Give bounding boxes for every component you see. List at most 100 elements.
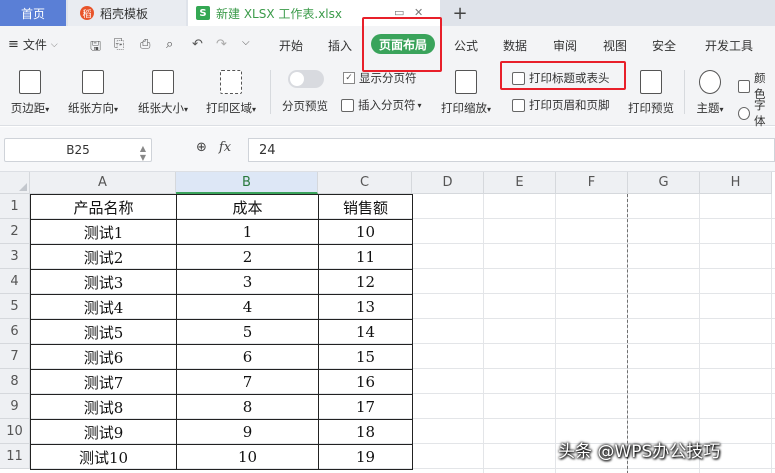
paper-size-button[interactable]: 纸张大小▾ bbox=[132, 70, 194, 116]
row-header-3[interactable]: 3 bbox=[0, 244, 30, 269]
margins-button[interactable]: 页边距▾ bbox=[4, 70, 56, 116]
ribbon-separator bbox=[270, 70, 271, 114]
fonts-label: 字体 bbox=[754, 98, 766, 128]
zoom-search-icon[interactable]: ⊕ bbox=[196, 140, 207, 155]
tab-daoke-templates[interactable]: 稻 稻壳模板 bbox=[68, 0, 186, 26]
export-pdf-icon[interactable]: ⎘ bbox=[114, 37, 124, 52]
print-preview-icon[interactable]: ⌕ bbox=[166, 37, 173, 52]
customize-dropdown-icon[interactable]: ⌵ bbox=[242, 37, 250, 48]
cell-b6[interactable]: 5 bbox=[176, 319, 319, 345]
page-break-preview-button[interactable]: 分页预览 bbox=[282, 98, 328, 114]
cell-a2[interactable]: 测试1 bbox=[30, 219, 177, 245]
row-header-1[interactable]: 1 bbox=[0, 194, 30, 219]
row-header-7[interactable]: 7 bbox=[0, 344, 30, 369]
cell-a6[interactable]: 测试5 bbox=[30, 319, 177, 345]
cell-a11[interactable]: 测试10 bbox=[30, 444, 177, 470]
cell-b3[interactable]: 2 bbox=[176, 244, 319, 270]
cell-a8[interactable]: 测试7 bbox=[30, 369, 177, 395]
insert-page-break-button[interactable]: 插入分页符 ▾ bbox=[341, 97, 422, 113]
orientation-icon bbox=[82, 70, 104, 94]
cell-c3[interactable]: 11 bbox=[318, 244, 413, 270]
fx-icon[interactable]: fx bbox=[219, 140, 231, 155]
name-box[interactable]: B25 ▲ ▼ bbox=[4, 138, 152, 162]
fonts-button[interactable]: 字体 bbox=[738, 97, 775, 129]
cell-a7[interactable]: 测试6 bbox=[30, 344, 177, 370]
cell-c11[interactable]: 19 bbox=[318, 444, 413, 470]
orientation-button[interactable]: 纸张方向▾ bbox=[62, 70, 124, 116]
spreadsheet-icon: S bbox=[196, 6, 210, 20]
undo-icon[interactable]: ↶ bbox=[192, 37, 203, 52]
cell-b7[interactable]: 6 bbox=[176, 344, 319, 370]
cell-b4[interactable]: 3 bbox=[176, 269, 319, 295]
data-table: 产品名称 成本 销售额 测试1 1 10 测试2 2 11 测试3 3 12 测试4 4 13 测试5 5 14 测… bbox=[30, 194, 413, 470]
cell-b9[interactable]: 8 bbox=[176, 394, 319, 420]
row-header-2[interactable]: 2 bbox=[0, 219, 30, 244]
row-header-4[interactable]: 4 bbox=[0, 269, 30, 294]
cell-c1[interactable]: 销售额 bbox=[318, 194, 413, 220]
table-row: 测试2 2 11 bbox=[30, 244, 413, 270]
column-header-c[interactable]: C bbox=[318, 172, 412, 194]
cell-a9[interactable]: 测试8 bbox=[30, 394, 177, 420]
print-area-button[interactable]: 打印区域▾ bbox=[200, 70, 262, 116]
menu-security[interactable]: 安全 bbox=[652, 37, 676, 54]
menu-review[interactable]: 审阅 bbox=[553, 37, 577, 54]
cell-c8[interactable]: 16 bbox=[318, 369, 413, 395]
row-header-6[interactable]: 6 bbox=[0, 319, 30, 344]
theme-button[interactable]: 主题▾ bbox=[690, 70, 730, 116]
cell-a5[interactable]: 测试4 bbox=[30, 294, 177, 320]
row-header-11[interactable]: 11 bbox=[0, 444, 30, 469]
menu-start[interactable]: 开始 bbox=[279, 37, 303, 54]
cell-c9[interactable]: 17 bbox=[318, 394, 413, 420]
save-icon[interactable]: 🖫 bbox=[90, 37, 101, 59]
column-header-g[interactable]: G bbox=[628, 172, 700, 194]
print-scale-button[interactable]: 打印缩放▾ bbox=[436, 70, 496, 116]
column-header-b[interactable]: B bbox=[176, 172, 318, 194]
spreadsheet-grid[interactable]: ABCDEFGH 1 2 3 4 5 6 7 8 9 10 11 产品名称 成本 销售额 测试1 1 10 测试… bbox=[0, 172, 775, 473]
menu-developer[interactable]: 开发工具 bbox=[705, 37, 753, 54]
select-all-corner[interactable] bbox=[0, 172, 30, 194]
file-menu[interactable]: ≡ 文件 ⌵ bbox=[8, 36, 58, 53]
show-page-breaks-checkbox[interactable]: ✓ 显示分页符 bbox=[343, 70, 417, 86]
cell-a4[interactable]: 测试3 bbox=[30, 269, 177, 295]
row-header-8[interactable]: 8 bbox=[0, 369, 30, 394]
cell-b1[interactable]: 成本 bbox=[176, 194, 319, 220]
cell-b8[interactable]: 7 bbox=[176, 369, 319, 395]
redo-icon[interactable]: ↷ bbox=[216, 37, 227, 52]
table-row: 测试10 10 19 bbox=[30, 444, 413, 470]
print-icon[interactable]: ⎙ bbox=[140, 37, 150, 52]
cell-c6[interactable]: 14 bbox=[318, 319, 413, 345]
cell-a3[interactable]: 测试2 bbox=[30, 244, 177, 270]
print-header-footer-button[interactable]: 打印页眉和页脚 bbox=[512, 97, 610, 113]
show-page-breaks-label: 显示分页符 bbox=[359, 71, 417, 85]
row-header-10[interactable]: 10 bbox=[0, 419, 30, 444]
column-header-d[interactable]: D bbox=[412, 172, 484, 194]
new-tab-button[interactable]: + bbox=[448, 0, 472, 26]
column-header-a[interactable]: A bbox=[30, 172, 176, 194]
tab-home[interactable]: 首页 bbox=[0, 0, 66, 26]
row-header-5[interactable]: 5 bbox=[0, 294, 30, 319]
cell-b11[interactable]: 10 bbox=[176, 444, 319, 470]
menu-insert[interactable]: 插入 bbox=[328, 37, 352, 54]
page-break-preview-toggle[interactable] bbox=[288, 70, 324, 88]
column-header-h[interactable]: H bbox=[700, 172, 772, 194]
cell-c5[interactable]: 13 bbox=[318, 294, 413, 320]
cell-b5[interactable]: 4 bbox=[176, 294, 319, 320]
tab-home-label: 首页 bbox=[20, 6, 45, 21]
cell-a1[interactable]: 产品名称 bbox=[30, 194, 177, 220]
cell-b2[interactable]: 1 bbox=[176, 219, 319, 245]
cell-a10[interactable]: 测试9 bbox=[30, 419, 177, 445]
cell-c10[interactable]: 18 bbox=[318, 419, 413, 445]
cell-c7[interactable]: 15 bbox=[318, 344, 413, 370]
formula-input[interactable]: 24 bbox=[248, 138, 775, 162]
cell-c4[interactable]: 12 bbox=[318, 269, 413, 295]
formula-value: 24 bbox=[259, 142, 276, 158]
column-header-f[interactable]: F bbox=[556, 172, 628, 194]
cell-b10[interactable]: 9 bbox=[176, 419, 319, 445]
menu-data[interactable]: 数据 bbox=[503, 37, 527, 54]
menu-formulas[interactable]: 公式 bbox=[454, 37, 478, 54]
menu-view[interactable]: 视图 bbox=[603, 37, 627, 54]
column-header-e[interactable]: E bbox=[484, 172, 556, 194]
row-header-9[interactable]: 9 bbox=[0, 394, 30, 419]
print-preview-button[interactable]: 打印预览 bbox=[622, 70, 680, 116]
cell-c2[interactable]: 10 bbox=[318, 219, 413, 245]
